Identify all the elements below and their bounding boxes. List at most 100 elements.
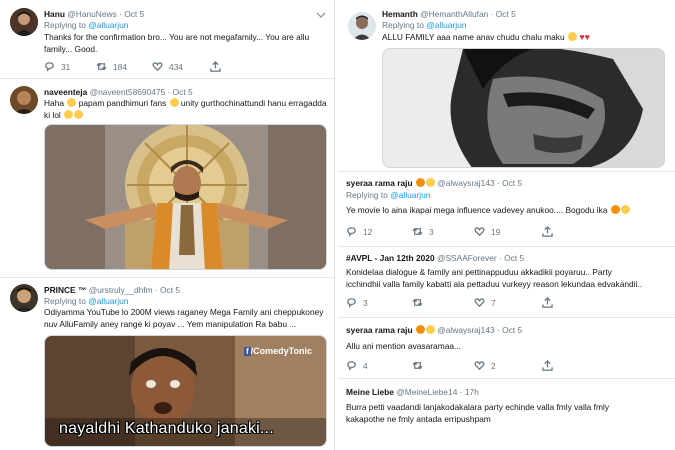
tweet-actions: 3 7 <box>346 297 666 311</box>
tweet-syeraa-2[interactable]: syeraa rama raju @alwaysraj143 · Oct 5 A… <box>338 318 675 379</box>
separator: · <box>167 87 171 97</box>
timestamp[interactable]: Oct 5 <box>160 285 180 295</box>
like-count: 7 <box>491 297 496 308</box>
chevron-down-icon[interactable] <box>316 11 326 19</box>
timestamp[interactable]: Oct 5 <box>504 253 524 263</box>
share-button[interactable] <box>210 61 221 72</box>
retweet-button[interactable]: 3 <box>412 226 434 237</box>
avatar[interactable] <box>10 8 38 36</box>
tweet-syeraa-1[interactable]: syeraa rama raju @alwaysraj143 · Oct 5 R… <box>338 172 675 247</box>
tweet-naveenteja[interactable]: naveenteja @naveent58690475 · Oct 5 Haha… <box>0 79 334 278</box>
angry-emoji-icon <box>610 205 620 214</box>
display-name[interactable]: PRINCE ™ <box>44 285 86 295</box>
reply-icon <box>347 298 356 308</box>
watermark-brand: f/ComedyTonic <box>243 346 312 356</box>
display-name[interactable]: naveenteja <box>44 87 87 97</box>
tweet-hanu[interactable]: Hanu @HanuNews · Oct 5 Replying to @allu… <box>0 0 334 79</box>
tweet-prince[interactable]: PRINCE ™ @urstruly__dhfm · Oct 5 Replyin… <box>0 278 334 450</box>
replying-to: Replying to @alluarjun <box>382 20 467 30</box>
replying-to: Replying to @alluarjun <box>346 190 431 200</box>
avatar[interactable] <box>10 284 38 312</box>
like-button[interactable]: 2 <box>474 360 496 371</box>
separator: · <box>498 253 502 263</box>
tweet-text: Konidelaa dialogue & family ani pettinap… <box>346 267 643 289</box>
mention-link[interactable]: @alluarjun <box>426 20 466 30</box>
red-heart-icon: ♥ <box>584 32 590 42</box>
handle[interactable]: @naveent58690475 <box>90 87 166 97</box>
timestamp[interactable]: Oct 5 <box>496 9 516 19</box>
display-name[interactable]: syeraa rama raju <box>346 178 413 188</box>
reply-button[interactable]: 4 <box>346 360 368 371</box>
mention-link[interactable]: @alluarjun <box>390 190 430 200</box>
share-icon <box>542 226 553 237</box>
laughing-emoji-icon <box>67 98 77 107</box>
timestamp[interactable]: Oct 5 <box>173 87 193 97</box>
tweet-text: Allu ani mention avasaramaa... <box>346 341 461 351</box>
separator: · <box>496 325 500 335</box>
fire-emoji-icon <box>415 325 425 334</box>
like-button[interactable]: 19 <box>474 226 500 237</box>
like-count: 2 <box>491 360 496 371</box>
left-column: Hanu @HanuNews · Oct 5 Replying to @allu… <box>0 0 335 450</box>
tweet-text: Ye movie lo aina ikapai mega influence v… <box>346 205 630 217</box>
avatar[interactable] <box>10 86 38 114</box>
tweet-text: Thanks for the confirmation bro... You a… <box>44 32 310 54</box>
retweet-icon <box>412 361 423 370</box>
mention-link[interactable]: @alluarjun <box>88 20 128 30</box>
handle[interactable]: @HanuNews <box>67 9 116 19</box>
reply-button[interactable]: 31 <box>44 61 70 72</box>
display-name[interactable]: Hemanth <box>382 9 418 19</box>
like-button[interactable]: 7 <box>474 297 496 308</box>
reply-icon <box>45 62 54 72</box>
handle[interactable]: @alwaysraj143 <box>437 178 494 188</box>
share-button[interactable] <box>542 360 553 371</box>
avatar[interactable] <box>348 12 376 40</box>
handle[interactable]: @urstruly__dhfm <box>89 285 153 295</box>
handle[interactable]: @SSAAForever <box>437 253 497 263</box>
separator: · <box>490 9 494 19</box>
right-column: Hemanth @HemanthAllufan · Oct 5 Replying… <box>338 0 675 450</box>
display-name[interactable]: Hanu <box>44 9 65 19</box>
mention-link[interactable]: @alluarjun <box>88 296 128 306</box>
tweet-header: #AVPL - Jan 12th 2020 @SSAAForever · Oct… <box>346 253 524 264</box>
tweet-image-meme[interactable]: f/ComedyTonic nayaldhi Kathanduko janaki… <box>44 335 327 447</box>
display-name[interactable]: Meine Liebe <box>346 387 394 397</box>
retweet-button[interactable] <box>412 297 423 308</box>
flexed-biceps-emoji-icon <box>425 325 435 334</box>
display-name[interactable]: #AVPL - Jan 12th 2020 <box>346 253 435 263</box>
heart-icon <box>474 227 485 237</box>
tweet-header: Hemanth @HemanthAllufan · Oct 5 <box>382 9 516 20</box>
handle[interactable]: @alwaysraj143 <box>437 325 494 335</box>
timestamp[interactable]: Oct 5 <box>502 178 522 188</box>
display-name[interactable]: syeraa rama raju <box>346 325 413 335</box>
separator: · <box>496 178 500 188</box>
reply-count: 12 <box>363 226 373 237</box>
timestamp[interactable]: Oct 5 <box>502 325 522 335</box>
timestamp[interactable]: 17h <box>465 387 479 397</box>
tweet-collage: Hanu @HanuNews · Oct 5 Replying to @allu… <box>0 0 675 450</box>
share-button[interactable] <box>542 297 553 308</box>
tweet-meine-liebe[interactable]: Meine Liebe @MeineLiebe14 · 17h Burra pe… <box>338 379 675 450</box>
retweet-button[interactable]: 184 <box>96 61 127 72</box>
timestamp[interactable]: Oct 5 <box>124 9 144 19</box>
reply-count: 3 <box>363 297 368 308</box>
tweet-text: Burra petti vaadandi lanjakodakalara par… <box>346 402 610 424</box>
tweet-hemanth[interactable]: Hemanth @HemanthAllufan · Oct 5 Replying… <box>338 0 675 172</box>
reply-icon <box>347 227 356 237</box>
reply-button[interactable]: 12 <box>346 226 372 237</box>
separator: · <box>459 387 463 397</box>
tweet-avpl[interactable]: #AVPL - Jan 12th 2020 @SSAAForever · Oct… <box>338 247 675 318</box>
tweet-image-portrait[interactable] <box>382 48 665 168</box>
handle[interactable]: @HemanthAllufan <box>420 9 488 19</box>
like-button[interactable]: 434 <box>152 61 183 72</box>
laughing-emoji-icon <box>74 109 84 119</box>
tweet-image-throne[interactable] <box>44 124 327 270</box>
retweet-button[interactable] <box>412 360 423 371</box>
reply-button[interactable]: 3 <box>346 297 368 308</box>
retweet-icon <box>96 62 107 71</box>
retweet-icon <box>412 227 423 236</box>
tweet-text: ALLU FAMILY aaa name anav chudu chalu ma… <box>382 32 590 42</box>
handle[interactable]: @MeineLiebe14 <box>396 387 457 397</box>
tweet-header: PRINCE ™ @urstruly__dhfm · Oct 5 <box>44 285 180 296</box>
share-button[interactable] <box>542 226 553 237</box>
